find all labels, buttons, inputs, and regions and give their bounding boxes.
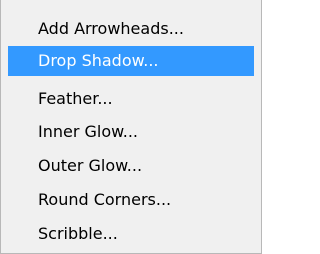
menu-item-drop-shadow[interactable]: Drop Shadow... [8, 46, 254, 76]
effects-dropdown-menu: Add Arrowheads... Drop Shadow... Feather… [0, 0, 262, 254]
menu-item-add-arrowheads[interactable]: Add Arrowheads... [8, 14, 254, 44]
menu-item-feather[interactable]: Feather... [8, 84, 254, 114]
menu-item-inner-glow[interactable]: Inner Glow... [8, 117, 254, 147]
menu-item-scribble[interactable]: Scribble... [8, 219, 254, 249]
menu-item-outer-glow[interactable]: Outer Glow... [8, 151, 254, 181]
menu-item-round-corners[interactable]: Round Corners... [8, 185, 254, 215]
